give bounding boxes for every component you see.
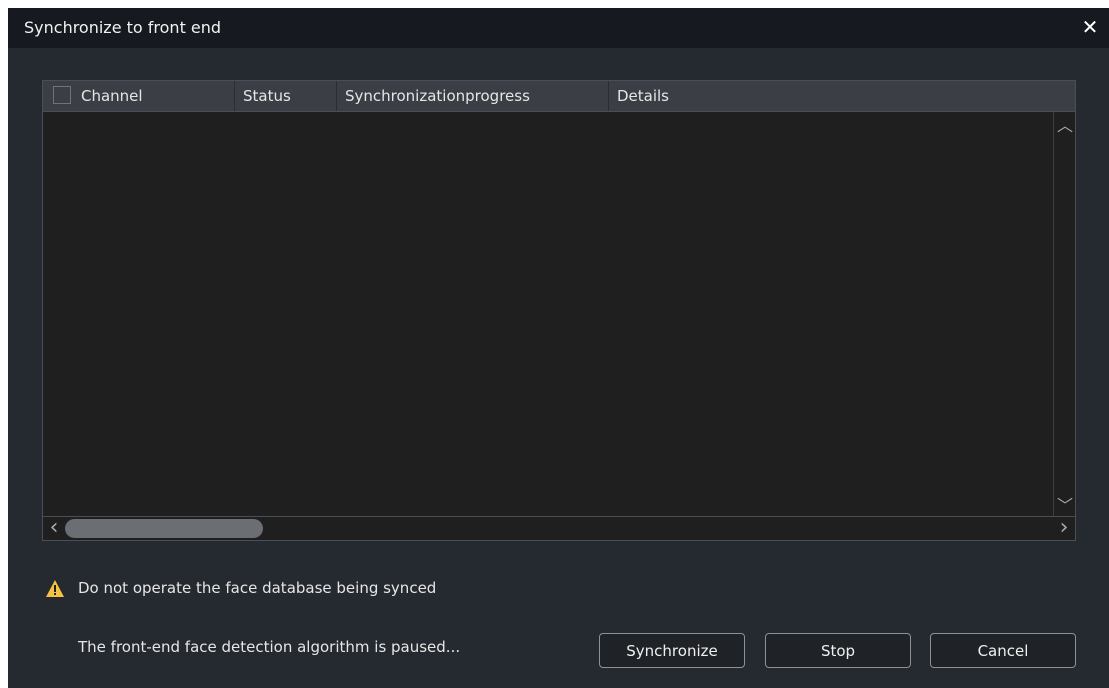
synchronize-button[interactable]: Synchronize bbox=[599, 633, 745, 668]
scroll-down-icon[interactable]: ﹀ bbox=[1057, 498, 1073, 514]
horizontal-scroll-thumb[interactable] bbox=[65, 519, 263, 538]
column-header-channel[interactable]: Channel bbox=[43, 81, 235, 111]
cancel-button[interactable]: Cancel bbox=[930, 633, 1076, 668]
column-header-status[interactable]: Status bbox=[235, 81, 337, 111]
column-header-details[interactable]: Details bbox=[609, 81, 1075, 111]
sync-table: Channel Status Synchronizationprogress D… bbox=[42, 80, 1076, 541]
scroll-up-icon[interactable]: ︿ bbox=[1057, 118, 1073, 134]
column-label-progress: Synchronizationprogress bbox=[345, 87, 530, 105]
vertical-scrollbar[interactable]: ︿ ﹀ bbox=[1053, 112, 1075, 516]
warning-text: Do not operate the face database being s… bbox=[78, 579, 437, 597]
stop-button[interactable]: Stop bbox=[765, 633, 911, 668]
dialog-titlebar: Synchronize to front end ✕ bbox=[8, 8, 1109, 48]
page: Synchronize to front end ✕ Channel Statu… bbox=[0, 0, 1109, 688]
column-label-details: Details bbox=[617, 87, 670, 105]
warning-icon bbox=[46, 580, 64, 597]
column-label-channel: Channel bbox=[81, 87, 143, 105]
horizontal-scrollbar[interactable]: ‹ › bbox=[43, 516, 1075, 540]
close-icon[interactable]: ✕ bbox=[1079, 16, 1101, 38]
column-header-progress[interactable]: Synchronizationprogress bbox=[337, 81, 609, 111]
column-label-status: Status bbox=[243, 87, 291, 105]
select-all-checkbox[interactable] bbox=[53, 86, 71, 104]
scroll-right-icon[interactable]: › bbox=[1056, 517, 1072, 539]
dialog-title: Synchronize to front end bbox=[24, 18, 222, 37]
sync-dialog: Synchronize to front end ✕ Channel Statu… bbox=[8, 8, 1109, 688]
table-header: Channel Status Synchronizationprogress D… bbox=[43, 81, 1075, 112]
status-text: The front-end face detection algorithm i… bbox=[78, 638, 461, 656]
scroll-left-icon[interactable]: ‹ bbox=[46, 517, 62, 539]
